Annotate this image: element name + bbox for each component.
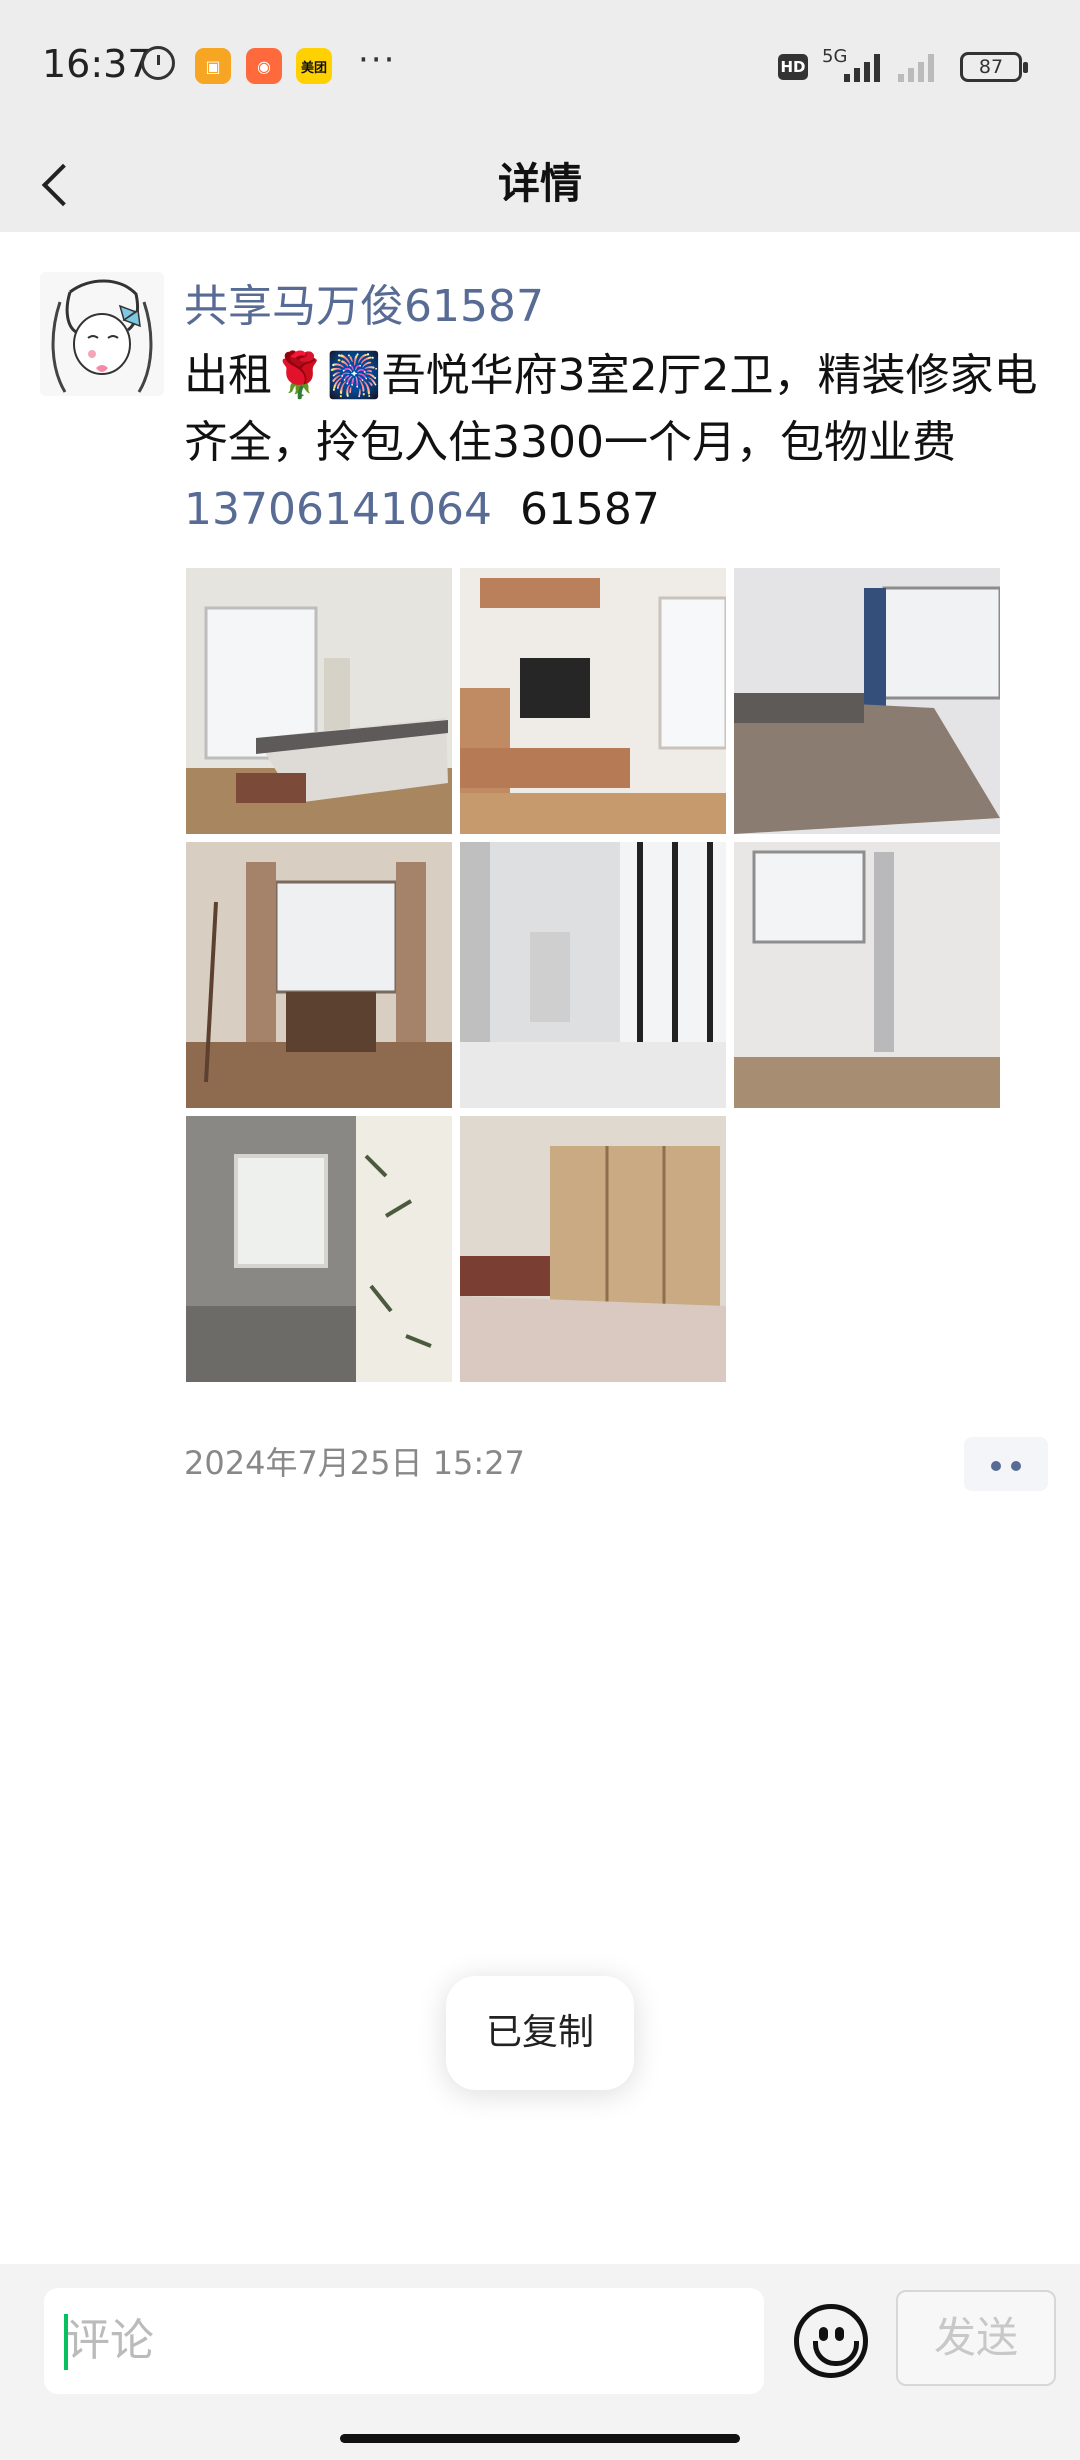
photo-wardrobe[interactable] — [460, 1116, 726, 1382]
photo-living-room[interactable] — [186, 568, 452, 834]
post-text: 出租🌹🎆吾悦华府3室2厅2卫，精装修家电齐全，拎包入住3300一个月，包物业费 — [184, 350, 1038, 468]
post-content[interactable]: 出租🌹🎆吾悦华府3室2厅2卫，精装修家电齐全，拎包入住3300一个月，包物业费 … — [184, 342, 1044, 543]
status-bar: 16:37 ▣ ◉ 美团 ··· HD 5G 87 — [0, 0, 1080, 136]
post-text-tail: 61587 — [519, 484, 660, 535]
send-button[interactable]: 发送 — [896, 2290, 1056, 2386]
page-title: 详情 — [497, 159, 582, 208]
alarm-icon — [141, 46, 175, 80]
home-indicator[interactable] — [340, 2434, 740, 2443]
message-app-icon: ▣ — [195, 48, 231, 84]
meituan-app-icon: 美团 — [296, 48, 332, 84]
emoji-icon[interactable] — [794, 2304, 868, 2378]
avatar[interactable] — [40, 272, 164, 396]
photo-dining-room[interactable] — [186, 842, 452, 1108]
signal-icon — [844, 52, 880, 82]
shopping-app-icon: ◉ — [246, 48, 282, 84]
more-actions-button[interactable] — [964, 1437, 1048, 1491]
photo-empty-room[interactable] — [734, 842, 1000, 1108]
photo-balcony[interactable] — [460, 842, 726, 1108]
photo-tv-cabinet[interactable] — [460, 568, 726, 834]
post-phone-link[interactable]: 13706141064 — [184, 484, 492, 535]
post-timestamp: 2024年7月25日 15:27 — [184, 1444, 525, 1482]
photo-bathroom[interactable] — [186, 1116, 452, 1382]
hd-icon: HD — [778, 54, 808, 80]
post-author[interactable]: 共享马万俊61587 — [184, 270, 544, 334]
copied-toast: 已复制 — [446, 1976, 634, 2090]
battery-icon: 87 — [960, 52, 1028, 82]
signal-secondary-icon — [898, 52, 934, 82]
photo-bedroom[interactable] — [734, 568, 1000, 834]
status-time: 16:37 — [42, 42, 152, 86]
more-notifications-icon: ··· — [358, 40, 397, 80]
comment-input[interactable]: 评论 — [44, 2288, 764, 2394]
